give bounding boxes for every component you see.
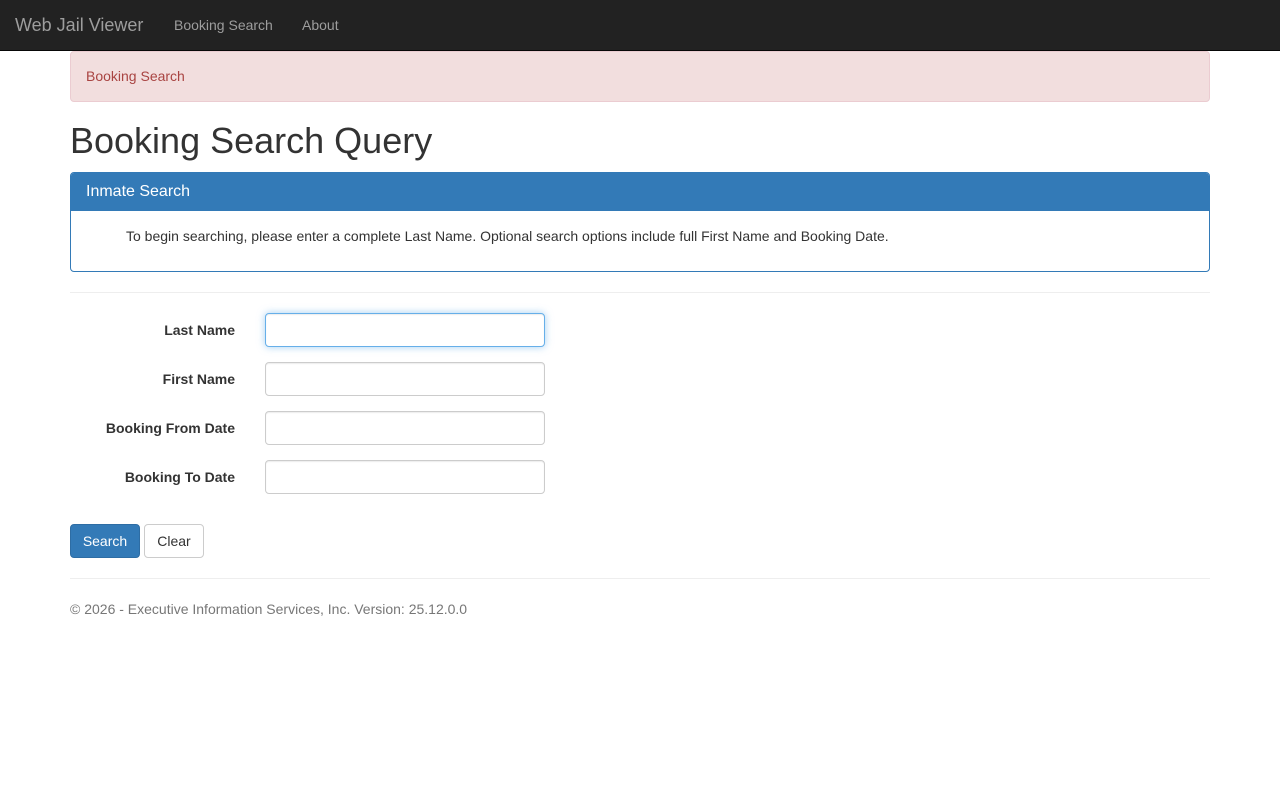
footer-divider [70,578,1210,579]
clear-button[interactable]: Clear [144,524,204,558]
panel-heading: Inmate Search [71,173,1209,211]
first-name-input[interactable] [265,362,545,396]
booking-from-date-row: Booking From Date [70,411,570,445]
first-name-row: First Name [70,362,570,396]
alert-banner: Booking Search [70,51,1210,102]
last-name-label: Last Name [164,322,235,338]
nav-link-booking-search[interactable]: Booking Search [174,0,273,50]
booking-from-date-input[interactable] [265,411,545,445]
top-navbar: Web Jail Viewer Booking Search About [0,0,1280,51]
footer-text: © 2026 - Executive Information Services,… [70,601,468,617]
divider [70,292,1210,293]
last-name-row: Last Name [70,313,570,347]
first-name-label: First Name [162,371,235,387]
brand-link[interactable]: Web Jail Viewer [15,0,143,50]
booking-to-date-row: Booking To Date [70,460,570,494]
inmate-search-panel: Inmate Search To begin searching, please… [70,172,1210,272]
booking-to-date-label: Booking To Date [124,469,235,485]
last-name-input[interactable] [265,313,545,347]
booking-from-date-label: Booking From Date [105,420,235,436]
panel-instructions: To begin searching, please enter a compl… [126,228,889,244]
nav-link-about[interactable]: About [302,0,339,50]
search-button[interactable]: Search [70,524,140,558]
booking-to-date-input[interactable] [265,460,545,494]
page-title: Booking Search Query [70,120,433,161]
